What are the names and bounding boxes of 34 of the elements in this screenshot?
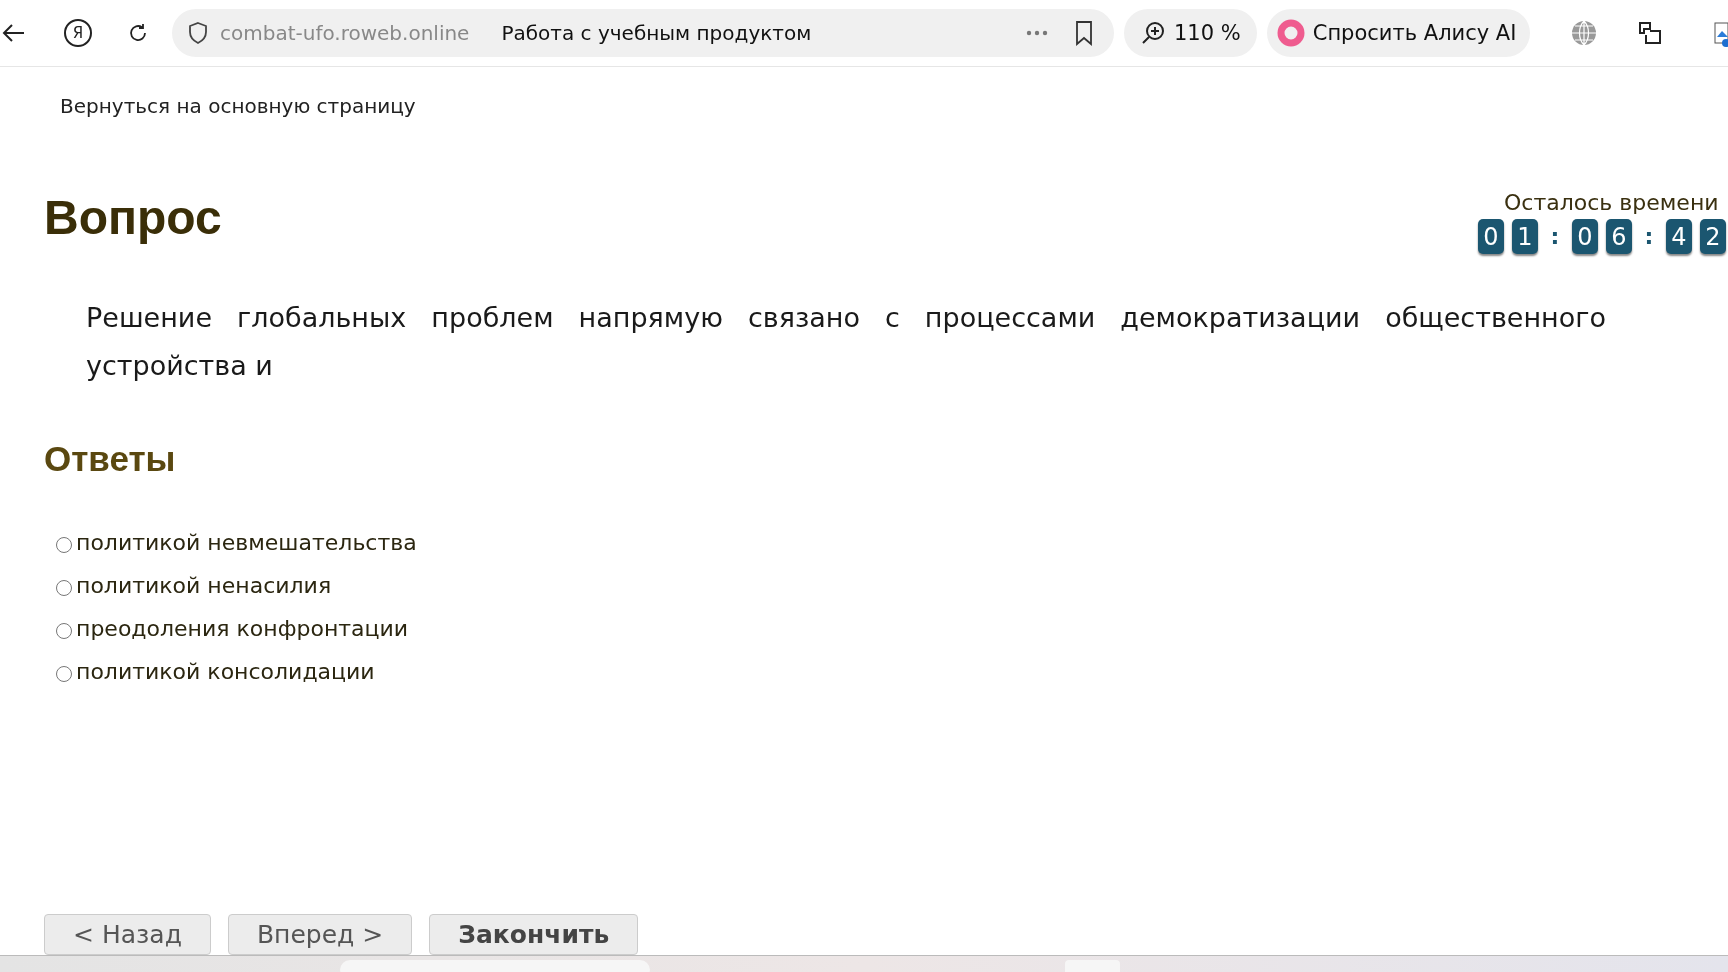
timer-digit: 0 <box>1572 219 1598 254</box>
address-bar[interactable]: combat-ufo.roweb.online Работа с учебным продуктом <box>172 9 1114 57</box>
back-link[interactable]: Вернуться на основную страницу <box>60 94 1728 118</box>
finish-button[interactable]: Закончить <box>429 914 639 955</box>
timer-digit: 0 <box>1478 219 1504 254</box>
ring-icon <box>1276 19 1305 47</box>
page-title-text: Работа с учебным продуктом <box>501 21 813 45</box>
answer-label[interactable]: политикой невмешательства <box>76 529 417 555</box>
timer-digit: 2 <box>1700 219 1726 254</box>
zoom-button[interactable]: 110 % <box>1124 9 1257 57</box>
bookmark-icon[interactable] <box>1074 20 1094 46</box>
zoom-in-icon <box>1140 20 1166 46</box>
picture-icon[interactable] <box>1714 19 1728 47</box>
assistant-button[interactable]: Спросить Алису AI <box>1266 9 1531 57</box>
globe-icon[interactable] <box>1570 19 1599 47</box>
back-arrow-icon[interactable] <box>2 23 26 43</box>
answer-label[interactable]: политикой консолидации <box>76 658 375 684</box>
timer-digit: 4 <box>1666 219 1692 254</box>
nav-button[interactable]: Вперед > <box>227 914 413 955</box>
question-text: Решение глобальных проблем напрямую связано с процессами демократизации общественного устройства и <box>86 301 1606 383</box>
timer-digit: 1 <box>1512 219 1538 254</box>
answers-heading: Ответы <box>44 438 176 480</box>
timer-separator: : <box>1549 224 1561 249</box>
answer-label[interactable]: преодоления конфронтации <box>76 615 409 641</box>
url-text: combat-ufo.roweb.online <box>220 21 470 45</box>
shield-icon <box>188 21 208 45</box>
timer-digit: 6 <box>1606 219 1632 254</box>
timer-separator: : <box>1643 224 1655 249</box>
question-heading: Вопрос <box>44 190 222 246</box>
more-dots-icon[interactable] <box>1026 30 1048 36</box>
timer-label: Осталось времени <box>1504 190 1720 215</box>
browser-logo[interactable]: Я <box>64 19 92 47</box>
answer-label[interactable]: политикой ненасилия <box>76 572 332 598</box>
nav-button[interactable]: < Назад <box>44 914 211 955</box>
